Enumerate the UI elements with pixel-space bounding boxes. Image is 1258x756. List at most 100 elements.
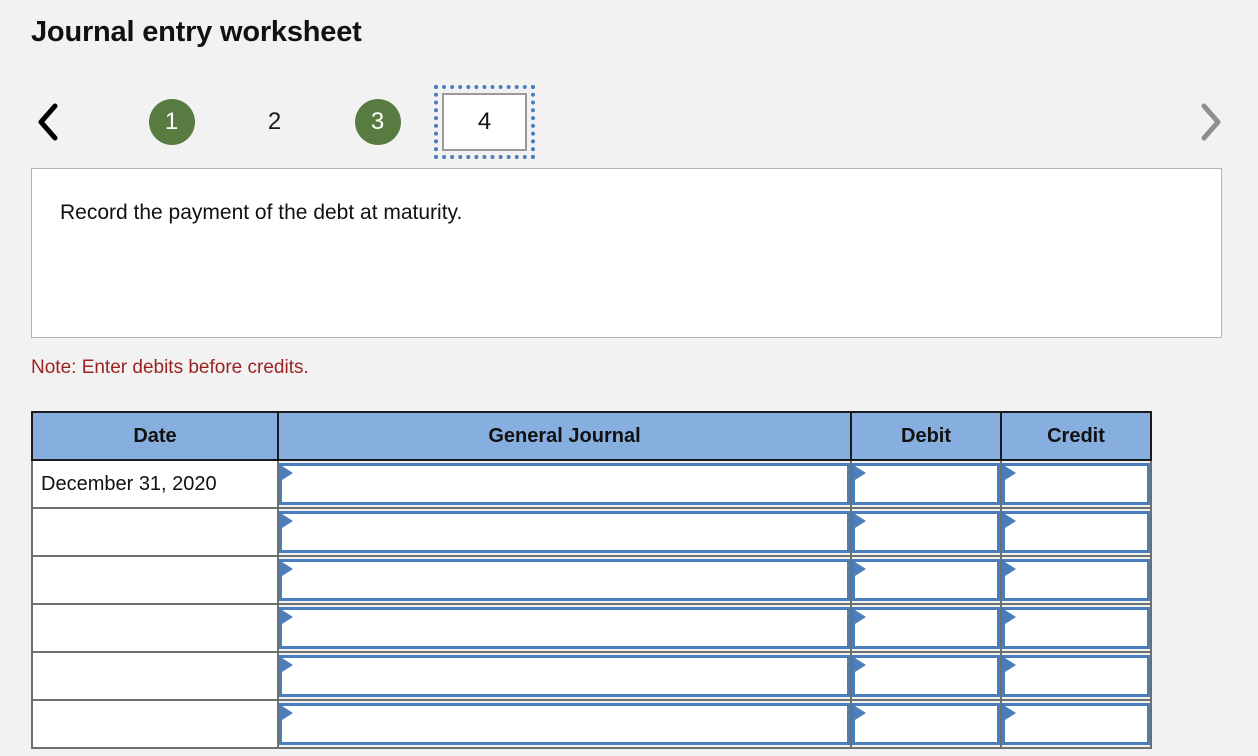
pager-step-3-label: 3 (354, 99, 401, 145)
general-journal-field[interactable] (279, 463, 850, 505)
dropdown-marker-icon (1005, 466, 1016, 480)
pager-step-1[interactable]: 1 (120, 86, 223, 158)
general-journal-field[interactable] (279, 511, 850, 553)
dropdown-marker-icon (1005, 706, 1016, 720)
debit-field[interactable] (852, 655, 1000, 697)
credit-field[interactable] (1002, 607, 1150, 649)
general-journal-input[interactable] (294, 658, 843, 694)
dropdown-marker-icon (282, 466, 293, 480)
general-journal-cell[interactable] (277, 603, 852, 653)
debit-cell[interactable] (850, 651, 1002, 701)
general-journal-cell[interactable] (277, 651, 852, 701)
journal-table-head: Date General Journal Debit Credit (31, 411, 1152, 461)
chevron-left-icon (35, 102, 61, 142)
pager-next-button[interactable] (1186, 86, 1234, 158)
pager-step-3[interactable]: 3 (326, 86, 429, 158)
journal-header-row: Date General Journal Debit Credit (31, 411, 1152, 461)
credit-input[interactable] (1017, 466, 1147, 502)
debit-cell[interactable] (850, 603, 1002, 653)
table-row (31, 507, 1152, 557)
date-cell (31, 699, 279, 749)
credit-field[interactable] (1002, 511, 1150, 553)
credit-field[interactable] (1002, 559, 1150, 601)
debit-input[interactable] (867, 658, 997, 694)
credit-input[interactable] (1017, 562, 1147, 598)
dropdown-marker-icon (282, 658, 293, 672)
general-journal-input[interactable] (294, 514, 843, 550)
debit-cell[interactable] (850, 459, 1002, 509)
credit-cell[interactable] (1000, 651, 1152, 701)
debit-field[interactable] (852, 607, 1000, 649)
dropdown-marker-icon (855, 706, 866, 720)
credit-field[interactable] (1002, 463, 1150, 505)
general-journal-input[interactable] (294, 466, 843, 502)
credit-cell[interactable] (1000, 507, 1152, 557)
credit-cell[interactable] (1000, 603, 1152, 653)
pager-step-1-label: 1 (148, 99, 195, 145)
debit-field[interactable] (852, 511, 1000, 553)
column-header-general-journal: General Journal (277, 411, 852, 461)
credit-input[interactable] (1017, 658, 1147, 694)
instruction-panel: Record the payment of the debt at maturi… (31, 168, 1222, 338)
debit-input[interactable] (867, 610, 997, 646)
debit-cell[interactable] (850, 555, 1002, 605)
general-journal-cell[interactable] (277, 507, 852, 557)
debit-input[interactable] (867, 466, 997, 502)
general-journal-cell[interactable] (277, 555, 852, 605)
column-header-credit: Credit (1000, 411, 1152, 461)
debit-input[interactable] (867, 706, 997, 742)
date-cell (31, 507, 279, 557)
debit-field[interactable] (852, 559, 1000, 601)
dropdown-marker-icon (1005, 658, 1016, 672)
dropdown-marker-icon (855, 562, 866, 576)
credit-input[interactable] (1017, 706, 1147, 742)
dropdown-marker-icon (855, 658, 866, 672)
dropdown-marker-icon (1005, 514, 1016, 528)
pager-prev-button[interactable] (24, 86, 72, 158)
credit-input[interactable] (1017, 514, 1147, 550)
chevron-right-icon (1197, 102, 1223, 142)
journal-table-body: December 31, 2020 (31, 459, 1152, 749)
general-journal-field[interactable] (279, 703, 850, 745)
dropdown-marker-icon (282, 562, 293, 576)
general-journal-input[interactable] (294, 706, 843, 742)
table-row: December 31, 2020 (31, 459, 1152, 509)
general-journal-input[interactable] (294, 610, 843, 646)
debit-field[interactable] (852, 463, 1000, 505)
instruction-text: Record the payment of the debt at maturi… (60, 201, 463, 224)
journal-entry-table: Date General Journal Debit Credit Decemb… (31, 411, 1152, 749)
pager-step-4[interactable]: 4 (429, 80, 540, 164)
credit-cell[interactable] (1000, 459, 1152, 509)
table-row (31, 603, 1152, 653)
pager-step-2-label: 2 (267, 108, 282, 135)
table-row (31, 651, 1152, 701)
credit-cell[interactable] (1000, 555, 1152, 605)
debit-input[interactable] (867, 562, 997, 598)
table-row (31, 699, 1152, 749)
general-journal-field[interactable] (279, 559, 850, 601)
dropdown-marker-icon (855, 466, 866, 480)
debit-cell[interactable] (850, 507, 1002, 557)
general-journal-cell[interactable] (277, 699, 852, 749)
credit-field[interactable] (1002, 703, 1150, 745)
debit-cell[interactable] (850, 699, 1002, 749)
credit-input[interactable] (1017, 610, 1147, 646)
general-journal-input[interactable] (294, 562, 843, 598)
worksheet-pager: 1 2 3 4 (24, 85, 1234, 162)
credit-cell[interactable] (1000, 699, 1152, 749)
debit-input[interactable] (867, 514, 997, 550)
credit-field[interactable] (1002, 655, 1150, 697)
date-cell (31, 555, 279, 605)
column-header-date: Date (31, 411, 279, 461)
pager-step-2[interactable]: 2 (223, 86, 326, 158)
column-header-debit: Debit (850, 411, 1002, 461)
general-journal-field[interactable] (279, 655, 850, 697)
page-title: Journal entry worksheet (31, 16, 362, 48)
pager-step-4-focus-outline: 4 (434, 85, 535, 159)
dropdown-marker-icon (282, 514, 293, 528)
debit-field[interactable] (852, 703, 1000, 745)
general-journal-field[interactable] (279, 607, 850, 649)
dropdown-marker-icon (282, 610, 293, 624)
dropdown-marker-icon (1005, 610, 1016, 624)
general-journal-cell[interactable] (277, 459, 852, 509)
